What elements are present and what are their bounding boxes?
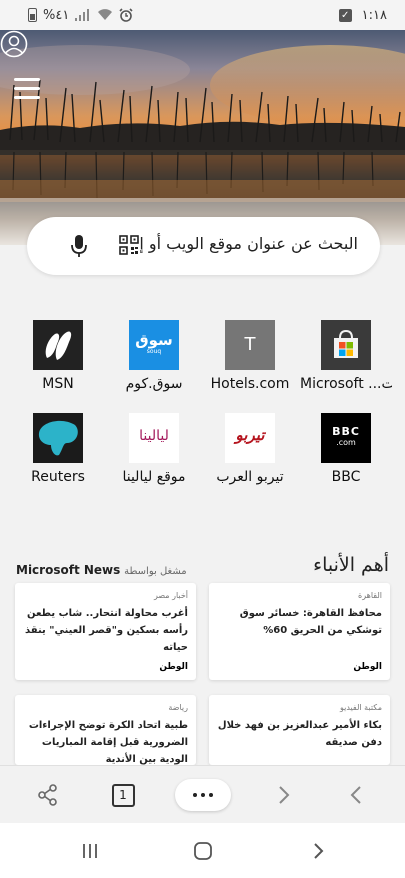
- news-headline: أغرب محاولة انتحار.. شاب يطعن رأسه بسكين…: [24, 608, 188, 653]
- tile-label: Hotels.com: [210, 376, 290, 392]
- chevron-right-icon: [314, 842, 324, 859]
- source-logo-icon: الوطن: [159, 662, 188, 672]
- tabs-button[interactable]: 1: [105, 766, 141, 824]
- layalina-logo-icon: ليالينا: [129, 413, 179, 463]
- signal-icon: [75, 9, 90, 21]
- tile-reuters[interactable]: Reuters: [12, 413, 104, 485]
- status-time: ١:١٨: [361, 7, 387, 23]
- microsoft-store-logo-icon: [321, 320, 371, 370]
- qr-scan-icon[interactable]: [119, 235, 139, 255]
- news-category: القاهرة: [358, 591, 382, 600]
- microphone-icon[interactable]: [70, 234, 88, 258]
- news-card[interactable]: رياضة طبية اتحاد الكرة توضح الإجراءات ال…: [15, 695, 196, 765]
- tile-hotels[interactable]: T Hotels.com: [204, 320, 296, 392]
- share-icon: [38, 784, 57, 806]
- news-headline: طبية اتحاد الكرة توضح الإجراءات الضرورية…: [28, 720, 188, 765]
- tile-label: تيربو العرب: [216, 469, 284, 485]
- news-provider-attribution: مشغل بواسطة Microsoft News: [16, 563, 187, 577]
- tile-label: BBC: [331, 469, 361, 485]
- tile-turbo-arab[interactable]: تيربو تيربو العرب: [204, 413, 296, 485]
- home-button[interactable]: [183, 823, 223, 878]
- home-icon: [194, 841, 212, 860]
- hero-background-image: [0, 30, 405, 245]
- tile-label: سوق.كوم: [125, 376, 183, 392]
- profile-avatar-icon[interactable]: [0, 30, 28, 58]
- browser-toolbar: 1: [0, 765, 405, 823]
- news-category: مكتبة الفيديو: [339, 703, 382, 712]
- letter-t-icon: T: [225, 320, 275, 370]
- system-navigation-bar: [0, 823, 405, 878]
- news-headline: محافظ القاهرة: خسائر سوق توشكي من الحريق…: [239, 608, 382, 636]
- status-bar: %٤١ ✓ ١:١٨: [0, 0, 405, 30]
- tile-layalina[interactable]: ليالينا موقع ليالينا: [108, 413, 200, 485]
- chevron-left-icon: [350, 786, 361, 804]
- tile-microsoft-store[interactable]: Microsoft ...ت: [300, 320, 392, 392]
- alarm-icon: [119, 8, 133, 22]
- notification-check-icon: ✓: [338, 8, 352, 22]
- back-button[interactable]: [340, 766, 372, 824]
- search-input[interactable]: البحث عن عنوان موقع الويب أو إ...: [124, 234, 358, 253]
- system-back-button[interactable]: [298, 823, 338, 878]
- news-card[interactable]: مكتبة الفيديو بكاء الأمير عبدالعزيز بن ف…: [209, 695, 390, 765]
- status-right: ✓ ١:١٨: [338, 7, 387, 23]
- wifi-icon: [98, 9, 113, 20]
- lake-reeds-illustration: [0, 45, 405, 245]
- news-category: أخبار مصر: [153, 591, 188, 600]
- news-source: الوطن: [353, 662, 382, 672]
- source-logo-icon: الوطن: [353, 662, 382, 672]
- chevron-right-icon: [279, 786, 290, 804]
- battery-icon: [28, 8, 37, 22]
- tile-bbc[interactable]: BBC .com BBC: [300, 413, 392, 485]
- souq-logo-icon: سوق souq: [129, 320, 179, 370]
- forward-button[interactable]: [268, 766, 300, 824]
- tab-count-badge: 1: [111, 783, 135, 807]
- tile-label: MSN: [42, 376, 74, 392]
- more-options-button[interactable]: [174, 766, 232, 824]
- tile-label: Microsoft ...ت: [300, 376, 392, 392]
- more-dots-icon: [175, 779, 231, 811]
- tile-souq[interactable]: سوق souq سوق.كوم: [108, 320, 200, 392]
- news-card[interactable]: القاهرة محافظ القاهرة: خسائر سوق توشكي م…: [209, 583, 390, 680]
- hamburger-menu-icon[interactable]: [14, 78, 40, 102]
- news-source: الوطن: [159, 662, 188, 672]
- turbo-logo-icon: تيربو: [225, 413, 275, 463]
- tile-label: موقع ليالينا: [122, 469, 186, 485]
- recent-apps-button[interactable]: [70, 823, 110, 878]
- reuters-logo-icon: [33, 413, 83, 463]
- news-category: رياضة: [168, 703, 188, 712]
- news-headline: بكاء الأمير عبدالعزيز بن فهد خلال دفن صد…: [217, 720, 382, 748]
- share-button[interactable]: [30, 766, 66, 824]
- news-card[interactable]: أخبار مصر أغرب محاولة انتحار.. شاب يطعن …: [15, 583, 196, 680]
- battery-percent: %٤١: [43, 7, 70, 23]
- msn-logo-icon: [33, 320, 83, 370]
- tile-msn[interactable]: MSN: [12, 320, 104, 392]
- news-section-title: أهم الأنباء: [313, 554, 389, 576]
- recent-apps-icon: [83, 843, 97, 858]
- status-left: %٤١: [28, 8, 133, 23]
- tile-label: Reuters: [31, 469, 85, 485]
- search-bar[interactable]: البحث عن عنوان موقع الويب أو إ...: [27, 217, 380, 275]
- bbc-logo-icon: BBC .com: [321, 413, 371, 463]
